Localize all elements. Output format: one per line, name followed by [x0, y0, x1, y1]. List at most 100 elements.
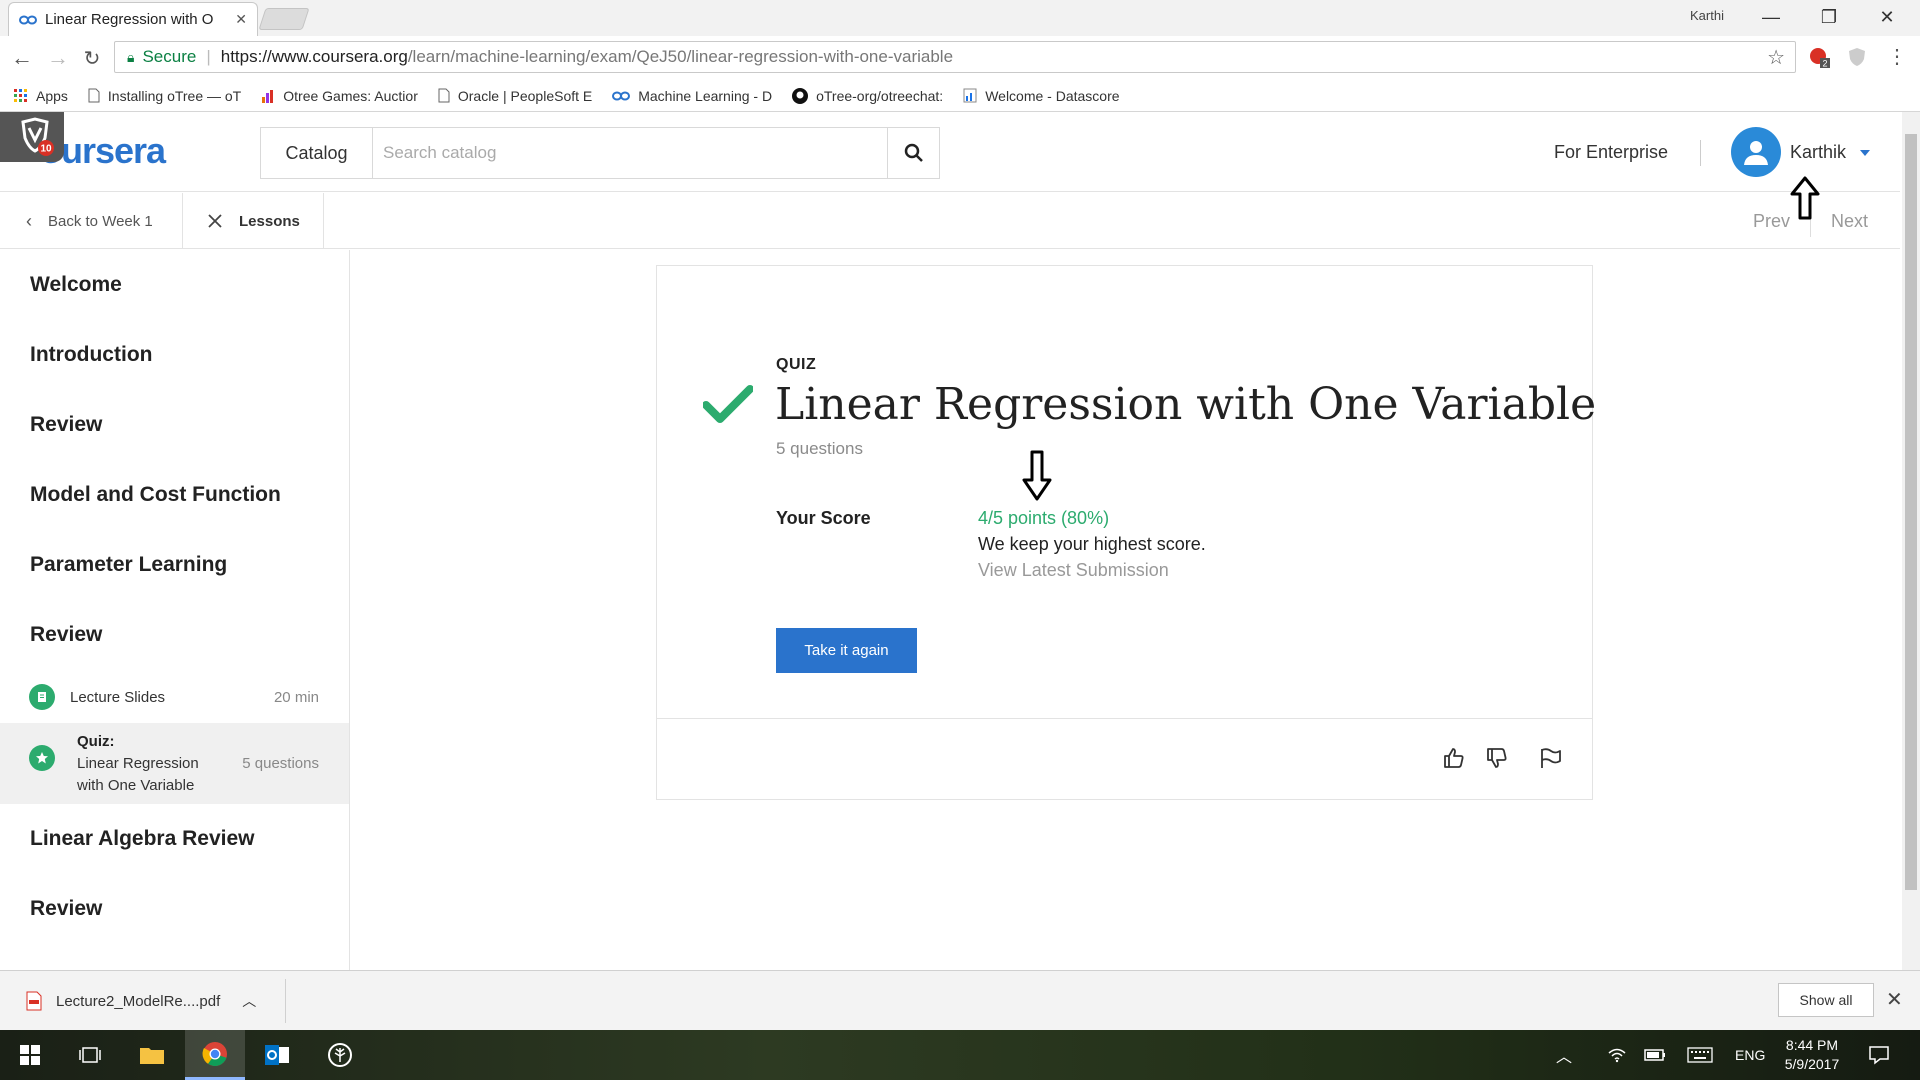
download-item[interactable]: Lecture2_ModelRe....pdf ︿ — [18, 979, 286, 1023]
card-feedback-footer — [657, 718, 1592, 800]
sidebar-section-model-cost-function[interactable]: Model and Cost Function — [30, 483, 281, 507]
score-label: Your Score — [776, 508, 871, 528]
catalog-button[interactable]: Catalog — [261, 128, 373, 178]
back-to-week-button[interactable]: ‹ Back to Week 1 — [0, 193, 183, 249]
page-scrollbar[interactable] — [1902, 112, 1920, 970]
window-profile-name[interactable]: Karthi — [1690, 8, 1724, 23]
tab-close-icon[interactable]: ✕ — [235, 11, 247, 28]
score-value: 4/5 points (80%) — [978, 508, 1110, 528]
address-bar[interactable]: 🔒︎ Secure | https://www.coursera.org/lea… — [114, 41, 1796, 73]
taskbar-clock[interactable]: 8:44 PM 5/9/2017 — [1777, 1036, 1847, 1074]
checkmark-icon — [703, 385, 753, 423]
windows-start-button[interactable] — [0, 1030, 60, 1080]
bookmark-otree-games[interactable]: Otree Games: Auctior — [261, 88, 418, 104]
sidebar-section-welcome[interactable]: Welcome — [30, 273, 122, 297]
user-silhouette-icon — [1744, 141, 1768, 165]
apps-grid-icon — [14, 88, 27, 102]
scrollbar-thumb[interactable] — [1905, 134, 1917, 890]
prev-button[interactable]: Prev — [1753, 211, 1790, 232]
user-menu-name[interactable]: Karthik — [1790, 142, 1846, 163]
battery-icon[interactable] — [1638, 1030, 1672, 1080]
tray-overflow-icon[interactable]: ︿ — [1546, 1030, 1582, 1080]
adblock-extension-icon[interactable]: 2 — [1808, 46, 1830, 69]
sidebar-section-parameter-learning[interactable]: Parameter Learning — [30, 553, 227, 577]
sidebar-item-quiz-active[interactable]: Quiz: Linear Regression with One Variabl… — [0, 723, 349, 804]
windows-logo-icon — [20, 1045, 40, 1065]
sidebar-section-linear-algebra-review[interactable]: Linear Algebra Review — [30, 827, 254, 851]
avatar[interactable] — [1731, 127, 1781, 177]
quiz-kind-label: Quiz: — [77, 733, 115, 750]
bookmark-apps[interactable]: Apps — [14, 88, 68, 104]
new-tab-button[interactable] — [258, 8, 310, 30]
quiz-complete-star-icon — [29, 745, 55, 771]
outlook-taskbar-button[interactable] — [247, 1030, 307, 1080]
search-input[interactable] — [373, 128, 887, 178]
wifi-icon[interactable] — [1600, 1030, 1634, 1080]
clock-time: 8:44 PM — [1785, 1037, 1839, 1053]
sidebar-section-review-3[interactable]: Review — [30, 897, 102, 921]
security-shield-icon[interactable]: 10 — [0, 112, 64, 162]
browser-toolbar: ← → ↻ 🔒︎ Secure | https://www.coursera.o… — [0, 36, 1920, 80]
lessons-toggle-button[interactable]: Lessons — [183, 193, 324, 249]
secure-label: Secure — [142, 47, 197, 66]
sidebar-section-review-1[interactable]: Review — [30, 413, 102, 437]
catalog-search: Catalog — [260, 127, 940, 179]
close-window-icon[interactable]: ✕ — [1858, 0, 1916, 34]
browser-tab-strip: Linear Regression with O ✕ Karthi — ❐ ✕ — [0, 0, 1920, 36]
bookmark-star-icon[interactable]: ☆ — [1767, 45, 1785, 70]
app-taskbar-button[interactable] — [310, 1030, 370, 1080]
pdf-file-icon — [26, 991, 42, 1011]
bookmark-oracle-peoplesoft[interactable]: Oracle | PeopleSoft E — [438, 88, 592, 104]
chrome-icon — [202, 1041, 227, 1066]
chevron-up-icon[interactable]: ︿ — [242, 991, 256, 1011]
shield-badge-count: 10 — [40, 144, 52, 155]
bookmark-machine-learning[interactable]: Machine Learning - D — [612, 88, 772, 104]
for-enterprise-link[interactable]: For Enterprise — [1554, 142, 1668, 163]
shield-extension-icon[interactable] — [1846, 46, 1868, 68]
quiz-question-count: 5 questions — [242, 755, 319, 772]
tab-title: Linear Regression with O — [45, 11, 214, 28]
sidebar-item-lecture-slides[interactable]: Lecture Slides 20 min — [0, 675, 349, 720]
lecture-slides-duration: 20 min — [273, 689, 319, 706]
chrome-taskbar-button[interactable] — [185, 1030, 245, 1080]
header-divider — [1700, 140, 1701, 166]
flag-button[interactable] — [1536, 743, 1566, 773]
up-arrow-annotation-icon — [1790, 176, 1820, 220]
file-explorer-button[interactable] — [122, 1030, 182, 1080]
keyboard-icon[interactable] — [1680, 1030, 1720, 1080]
view-latest-submission-link[interactable]: View Latest Submission — [978, 560, 1169, 581]
sidebar-section-introduction[interactable]: Introduction — [30, 343, 152, 367]
reload-icon[interactable]: ↻ — [78, 44, 106, 72]
restore-icon[interactable]: ❐ — [1800, 0, 1858, 34]
back-arrow-icon[interactable]: ← — [8, 44, 36, 72]
quiz-summary-card: QUIZ Linear Regression with One Variable… — [656, 265, 1597, 800]
browser-tab-active[interactable]: Linear Regression with O ✕ — [8, 2, 258, 36]
thumbs-down-button[interactable] — [1482, 743, 1512, 773]
task-view-button[interactable] — [60, 1030, 120, 1080]
minimize-icon[interactable]: — — [1742, 0, 1800, 34]
chrome-menu-icon[interactable]: ⋮ — [1886, 46, 1908, 68]
next-button[interactable]: Next — [1831, 211, 1868, 232]
lesson-nav: ‹ Back to Week 1 Lessons Prev Next — [0, 193, 1900, 249]
take-it-again-button[interactable]: Take it again — [776, 628, 917, 673]
action-center-icon[interactable] — [1850, 1030, 1908, 1080]
bookmark-installing-otree[interactable]: Installing oTree — oT — [88, 88, 241, 104]
input-language[interactable]: ENG — [1735, 1047, 1765, 1063]
sidebar-section-review-2[interactable]: Review — [30, 623, 102, 647]
forward-arrow-icon[interactable]: → — [44, 44, 72, 72]
down-arrow-annotation-icon — [1022, 450, 1052, 501]
bookmark-datascore[interactable]: Welcome - Datascore — [963, 88, 1120, 104]
bookmark-otree-chat[interactable]: oTree-org/otreechat: — [792, 87, 943, 104]
quiz-type-label: QUIZ — [776, 356, 817, 373]
show-all-downloads-button[interactable]: Show all — [1778, 983, 1874, 1017]
close-download-bar-icon[interactable]: ✕ — [1886, 987, 1903, 1012]
thumbs-up-button[interactable] — [1439, 743, 1469, 773]
page-title: Linear Regression with One Variable — [775, 379, 1597, 430]
search-icon — [904, 143, 923, 162]
back-to-week-label: Back to Week 1 — [48, 212, 153, 230]
user-menu-caret-icon[interactable] — [1860, 150, 1870, 156]
folder-icon — [140, 1048, 164, 1064]
page-icon — [88, 88, 100, 103]
search-button[interactable] — [887, 128, 939, 178]
coursera-favicon-icon — [612, 91, 631, 100]
